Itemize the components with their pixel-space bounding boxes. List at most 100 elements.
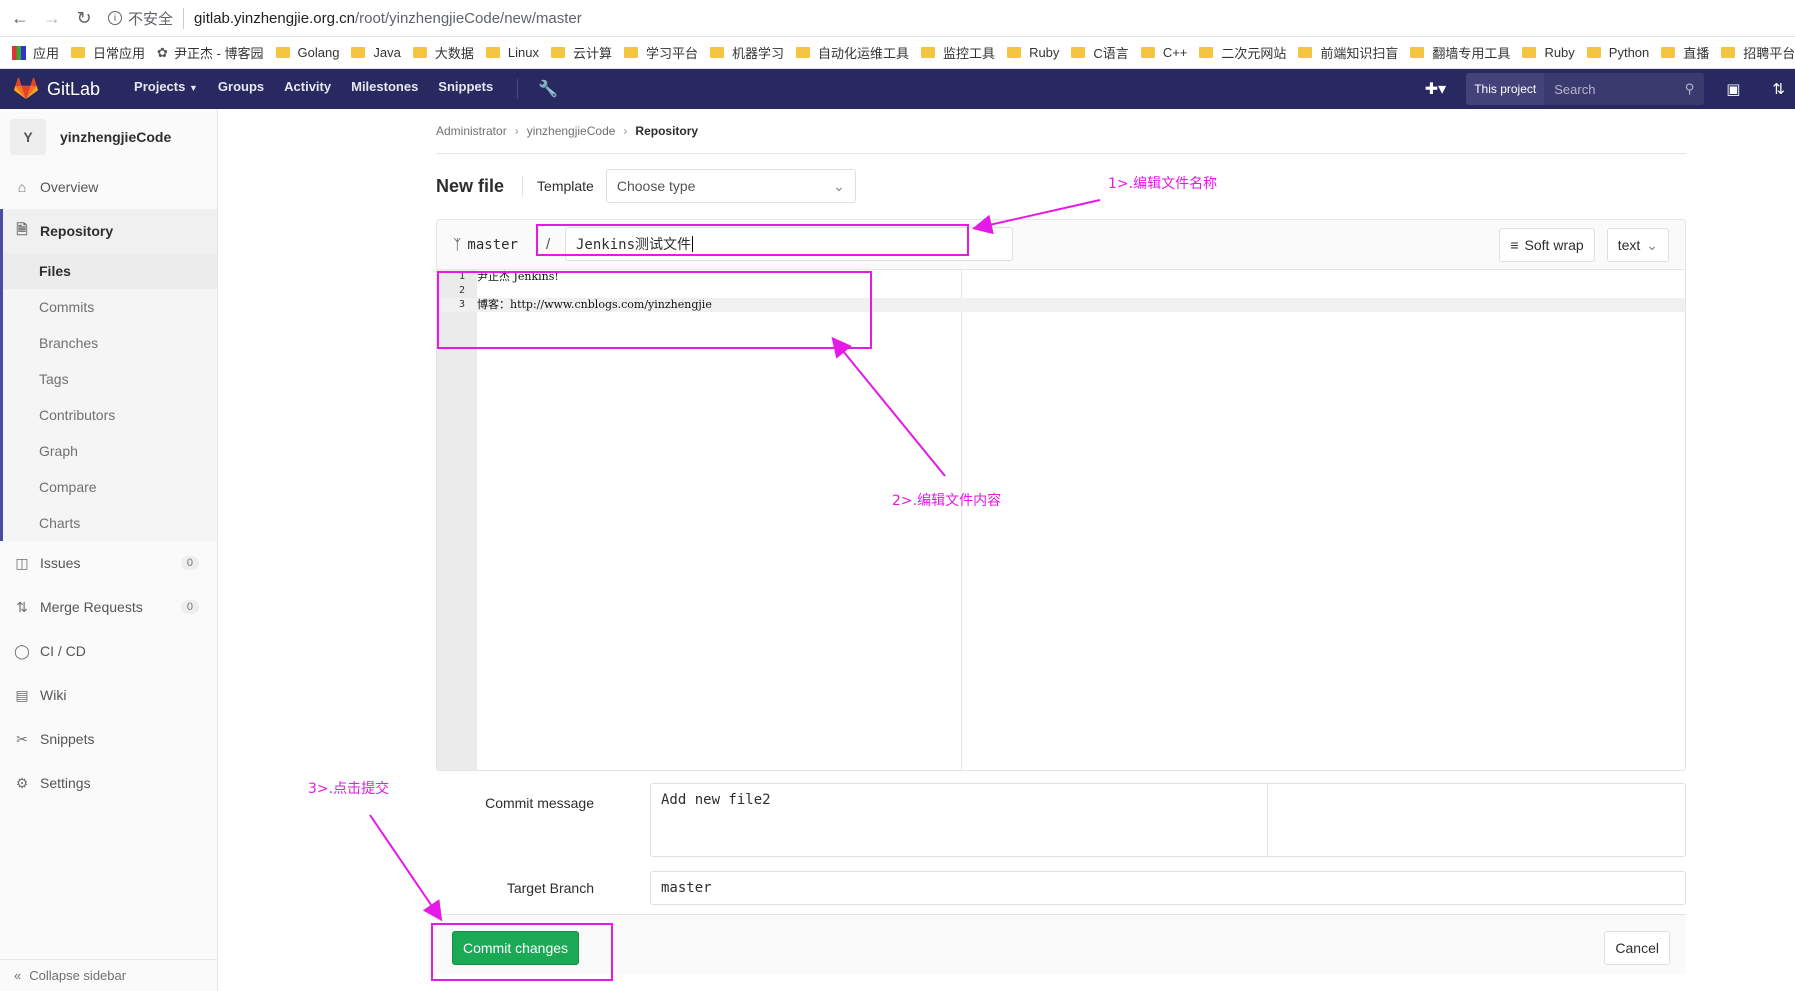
folder-icon	[1721, 47, 1736, 58]
sidebar-item-merge-requests[interactable]: ⇅ Merge Requests 0	[0, 585, 217, 629]
bookmark-link[interactable]: ✿ 尹正杰 - 博客园	[157, 43, 263, 62]
sidebar-item-issues[interactable]: ◫ Issues 0	[0, 541, 217, 585]
blog-icon: ✿	[157, 44, 168, 60]
bookmark-folder[interactable]: Ruby	[1522, 45, 1575, 60]
breadcrumb-current[interactable]: Repository	[635, 124, 698, 138]
bookmark-apps[interactable]: 应用	[12, 43, 59, 62]
bookmark-folder[interactable]: 前端知识扫盲	[1298, 43, 1398, 62]
folder-icon	[485, 47, 500, 58]
sidebar-item-settings[interactable]: ⚙ Settings	[0, 761, 217, 805]
bookmark-label: 机器学习	[732, 46, 785, 61]
search-scope[interactable]: This project	[1466, 73, 1545, 105]
new-plus-icon[interactable]: ✚▾	[1425, 79, 1446, 99]
bookmark-label: 尹正杰 - 博客园	[173, 46, 264, 61]
bookmark-label: 监控工具	[943, 46, 996, 61]
url-domain: gitlab.yinzhengjie.org.cn	[194, 9, 355, 27]
main-content: Administrator › yinzhengjieCode › Reposito…	[436, 109, 1686, 974]
file-mode-label: text	[1617, 237, 1641, 253]
breadcrumb-item[interactable]: Administrator	[436, 124, 507, 138]
bookmark-folder[interactable]: C++	[1140, 45, 1187, 60]
nav-milestones[interactable]: Milestones	[351, 79, 418, 99]
bookmark-folder[interactable]: Python	[1586, 45, 1649, 60]
bookmark-folder[interactable]: 学习平台	[624, 43, 698, 62]
bookmark-folder[interactable]: 二次元网站	[1199, 43, 1286, 62]
annotation-box-content	[437, 271, 872, 349]
folder-icon	[1298, 47, 1313, 58]
reload-icon[interactable]: ↻	[72, 6, 96, 30]
sidebar-sub-commits[interactable]: Commits	[0, 289, 217, 325]
sidebar-item-label: Merge Requests	[40, 599, 143, 615]
bookmark-folder[interactable]: 招聘平台	[1721, 43, 1795, 62]
nav-snippets[interactable]: Snippets	[438, 79, 493, 99]
gitlab-logo[interactable]: GitLab	[14, 78, 100, 100]
nav-groups[interactable]: Groups	[218, 79, 264, 99]
sidebar-item-overview[interactable]: ⌂ Overview	[0, 165, 217, 209]
back-icon[interactable]: ←	[8, 6, 32, 30]
sidebar-sub-branches[interactable]: Branches	[0, 325, 217, 361]
template-select-value: Choose type	[616, 178, 696, 194]
commit-message-field[interactable]: Add new file2	[650, 783, 1686, 857]
collapse-sidebar-button[interactable]: « Collapse sidebar	[0, 959, 218, 991]
sidebar-sub-contributors[interactable]: Contributors	[0, 397, 217, 433]
nav-activity[interactable]: Activity	[284, 79, 331, 99]
nav-label: Projects	[134, 79, 186, 94]
folder-icon	[1199, 47, 1214, 58]
double-chevron-left-icon: «	[14, 968, 22, 983]
address-bar[interactable]: i 不安全 gitlab.yinzhengjie.org.cn/root/yin…	[108, 4, 1785, 32]
bookmark-folder[interactable]: 监控工具	[921, 43, 995, 62]
target-branch-field[interactable]: master	[650, 871, 1686, 905]
admin-wrench-icon[interactable]: 🔧	[517, 79, 558, 99]
annotation-step2: 2>.编辑文件内容	[892, 493, 1002, 509]
chevron-down-icon: ▼	[188, 83, 198, 93]
browser-toolbar: ← → ↻ i 不安全 gitlab.yinzhengjie.org.cn/ro…	[0, 0, 1795, 37]
folder-icon	[1586, 47, 1601, 58]
todos-icon[interactable]: ▣	[1726, 80, 1740, 98]
project-name: yinzhengjieCode	[60, 129, 172, 145]
template-type-select[interactable]: Choose type ⌄	[605, 169, 856, 203]
bookmark-folder[interactable]: 自动化运维工具	[796, 43, 909, 62]
sidebar-item-wiki[interactable]: ▤ Wiki	[0, 673, 217, 717]
bookmark-folder[interactable]: 云计算	[550, 43, 612, 62]
bookmark-folder[interactable]: 直播	[1661, 43, 1709, 62]
nav-projects[interactable]: Projects ▼	[134, 79, 198, 99]
textarea-divider	[1267, 784, 1268, 856]
sidebar-sub-graph[interactable]: Graph	[0, 433, 217, 469]
issues-icon: ◫	[15, 554, 29, 571]
sidebar-sub-charts[interactable]: Charts	[0, 505, 217, 541]
bookmark-folder[interactable]: 日常应用	[71, 43, 145, 62]
forward-icon[interactable]: →	[40, 6, 64, 30]
sidebar-item-snippets[interactable]: ✂ Snippets	[0, 717, 217, 761]
bookmark-label: Java	[373, 45, 401, 60]
chevron-right-icon: ›	[623, 124, 628, 138]
breadcrumb-item[interactable]: yinzhengjieCode	[527, 124, 616, 138]
sidebar-item-cicd[interactable]: ◯ CI / CD	[0, 629, 217, 673]
file-mode-select[interactable]: text ⌄	[1606, 228, 1669, 262]
bookmark-label: 招聘平台	[1743, 46, 1795, 61]
annotation-box-commit	[431, 923, 613, 981]
sidebar-sub-files[interactable]: Files	[0, 253, 217, 289]
folder-icon	[921, 47, 936, 58]
branch-name: ᛉ master	[453, 237, 518, 253]
annotation-step1: 1>.编辑文件名称	[1108, 176, 1218, 192]
bookmark-folder[interactable]: 大数据	[412, 43, 474, 62]
branch-icon: ᛉ	[453, 236, 462, 253]
folder-icon	[1140, 47, 1155, 58]
sidebar-sub-tags[interactable]: Tags	[0, 361, 217, 397]
issues-count-badge: 0	[180, 556, 199, 570]
bookmark-folder[interactable]: Golang	[275, 45, 339, 60]
bookmark-folder[interactable]: 翻墙专用工具	[1410, 43, 1510, 62]
project-header[interactable]: Y yinzhengjieCode	[0, 109, 217, 165]
bookmark-folder[interactable]: Ruby	[1007, 45, 1059, 60]
sidebar-item-repository[interactable]: 🗎 Repository	[0, 209, 217, 253]
bookmark-folder[interactable]: 机器学习	[710, 43, 784, 62]
soft-wrap-button[interactable]: ≡ Soft wrap	[1499, 228, 1595, 262]
cancel-button[interactable]: Cancel	[1604, 931, 1670, 965]
bookmark-folder[interactable]: Linux	[485, 45, 539, 60]
merge-requests-icon[interactable]: ⇅	[1772, 80, 1785, 98]
sidebar-item-label: Settings	[40, 775, 91, 791]
search-input[interactable]: Search ⚲	[1544, 73, 1705, 105]
bookmark-folder[interactable]: C语言	[1071, 43, 1129, 62]
bookmark-folder[interactable]: Java	[351, 45, 401, 60]
sidebar-sub-compare[interactable]: Compare	[0, 469, 217, 505]
search-icon: ⚲	[1684, 81, 1695, 96]
